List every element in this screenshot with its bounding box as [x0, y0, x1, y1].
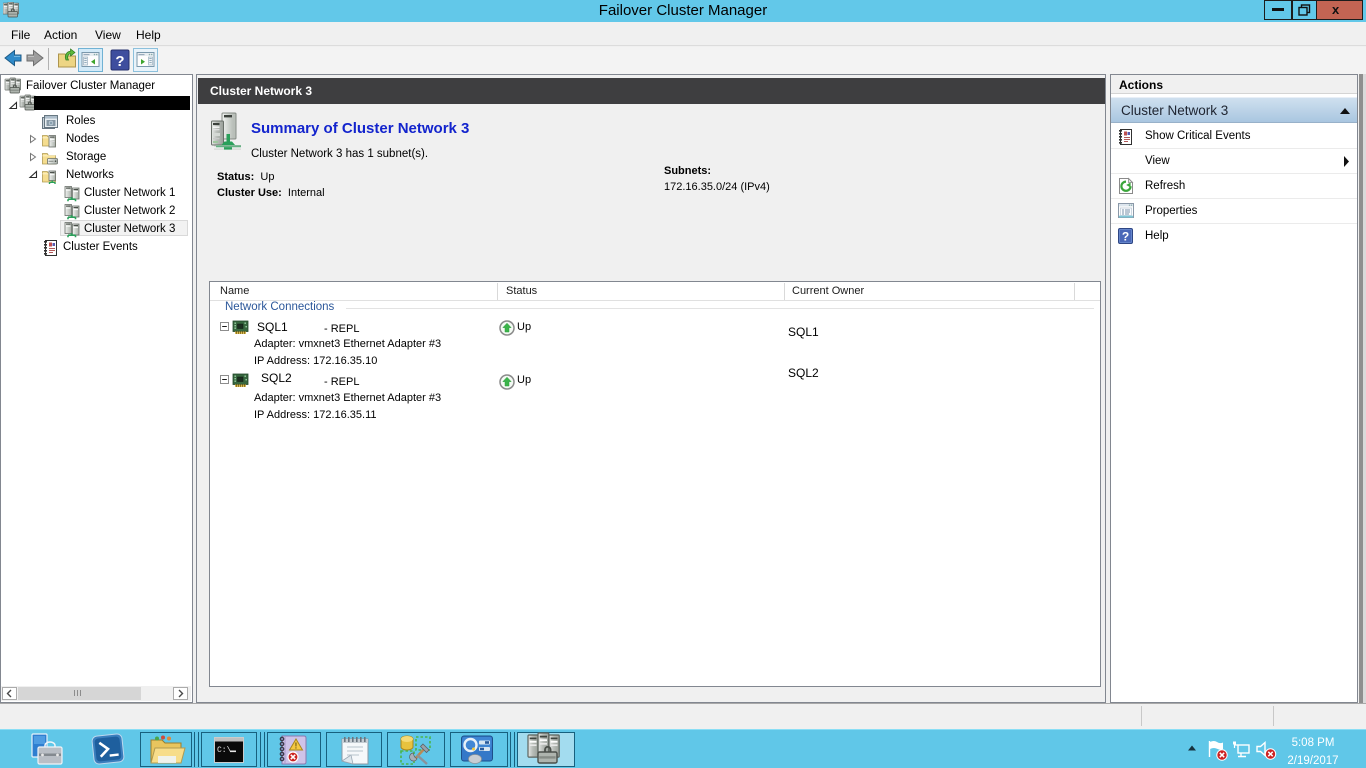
svg-text:?: ?	[1122, 230, 1129, 244]
svg-text:?: ?	[115, 53, 124, 70]
svg-text:C:\: C:\	[217, 746, 232, 755]
svg-text:!: !	[295, 742, 298, 751]
